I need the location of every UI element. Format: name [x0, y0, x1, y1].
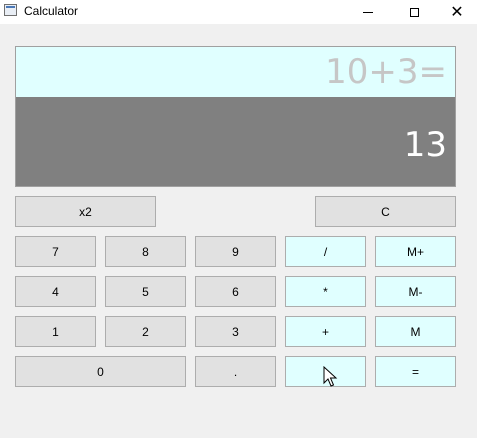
expression-display: 10+3= — [16, 47, 455, 97]
digit-4-button[interactable]: 4 — [15, 276, 96, 307]
maximize-icon — [409, 7, 419, 17]
clear-button[interactable]: C — [315, 196, 456, 227]
digit-1-button[interactable]: 1 — [15, 316, 96, 347]
mouse-pointer-icon — [323, 366, 338, 387]
digit-9-button[interactable]: 9 — [195, 236, 276, 267]
digit-0-button[interactable]: 0 — [15, 356, 186, 387]
digit-3-button[interactable]: 3 — [195, 316, 276, 347]
close-button[interactable]: ✕ — [437, 0, 477, 24]
equals-button[interactable]: = — [375, 356, 456, 387]
digit-2-button[interactable]: 2 — [105, 316, 186, 347]
square-button[interactable]: x2 — [15, 196, 156, 227]
memory-add-button[interactable]: M+ — [375, 236, 456, 267]
close-icon: ✕ — [450, 2, 464, 21]
title-bar: Calculator ✕ — [0, 0, 477, 24]
result-display: 13 — [16, 97, 455, 186]
minimize-icon — [363, 12, 373, 13]
memory-subtract-button[interactable]: M- — [375, 276, 456, 307]
window-title: Calculator — [24, 4, 79, 18]
digit-8-button[interactable]: 8 — [105, 236, 186, 267]
calculator-app-icon — [4, 4, 17, 16]
decimal-point-button[interactable]: . — [195, 356, 276, 387]
digit-7-button[interactable]: 7 — [15, 236, 96, 267]
multiply-button[interactable]: * — [285, 276, 366, 307]
digit-6-button[interactable]: 6 — [195, 276, 276, 307]
digit-5-button[interactable]: 5 — [105, 276, 186, 307]
minimize-button[interactable] — [345, 0, 391, 24]
maximize-button[interactable] — [391, 0, 437, 24]
calculator-display: 10+3= 13 — [15, 46, 456, 187]
memory-recall-button[interactable]: M — [375, 316, 456, 347]
divide-button[interactable]: / — [285, 236, 366, 267]
plus-button[interactable]: + — [285, 316, 366, 347]
